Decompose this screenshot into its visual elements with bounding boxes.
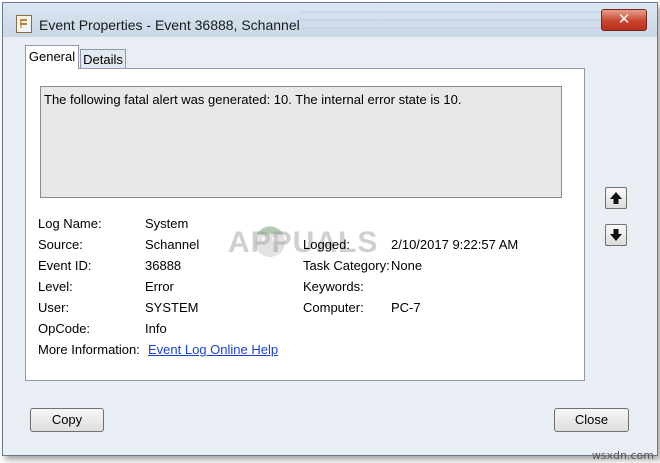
event-log-icon xyxy=(16,15,32,33)
source-value: Schannel xyxy=(145,237,200,252)
close-button[interactable]: Close xyxy=(554,408,629,432)
log-name-label: Log Name: xyxy=(38,216,102,231)
window-title: Event Properties - Event 36888, Schannel xyxy=(39,17,300,33)
event-description-text: The following fatal alert was generated:… xyxy=(44,92,462,107)
arrow-down-icon xyxy=(610,229,622,241)
event-description-box[interactable]: The following fatal alert was generated:… xyxy=(40,86,562,198)
more-information-label: More Information: xyxy=(38,342,140,357)
previous-event-button[interactable] xyxy=(605,187,627,209)
event-id-label: Event ID: xyxy=(38,258,92,273)
next-event-button[interactable] xyxy=(605,224,627,246)
tab-details[interactable]: Details xyxy=(80,49,126,69)
logged-label: Logged: xyxy=(303,237,350,252)
keywords-label: Keywords: xyxy=(303,279,364,294)
event-id-value: 36888 xyxy=(145,258,182,273)
opcode-label: OpCode: xyxy=(38,321,91,336)
tab-general[interactable]: General xyxy=(25,45,79,69)
user-value: SYSTEM xyxy=(145,300,199,315)
site-watermark: wsxdn.com xyxy=(591,449,654,462)
level-value: Error xyxy=(145,279,174,294)
computer-label: Computer: xyxy=(303,300,364,315)
event-log-online-help-link[interactable]: Event Log Online Help xyxy=(148,342,278,357)
copy-button[interactable]: Copy xyxy=(30,408,104,432)
task-category-value: None xyxy=(391,258,423,273)
opcode-value: Info xyxy=(145,321,167,336)
user-label: User: xyxy=(38,300,70,315)
title-bar[interactable]: Event Properties - Event 36888, Schannel… xyxy=(3,3,657,37)
computer-value: PC-7 xyxy=(391,300,421,315)
source-label: Source: xyxy=(38,237,83,252)
log-name-value: System xyxy=(145,216,189,231)
level-label: Level: xyxy=(38,279,73,294)
close-window-button[interactable]: ✕ xyxy=(601,9,647,31)
arrow-up-icon xyxy=(610,192,622,204)
logged-value: 2/10/2017 9:22:57 AM xyxy=(391,237,519,252)
title-bar-background-ghost xyxy=(301,5,601,31)
task-category-label: Task Category: xyxy=(303,258,390,273)
